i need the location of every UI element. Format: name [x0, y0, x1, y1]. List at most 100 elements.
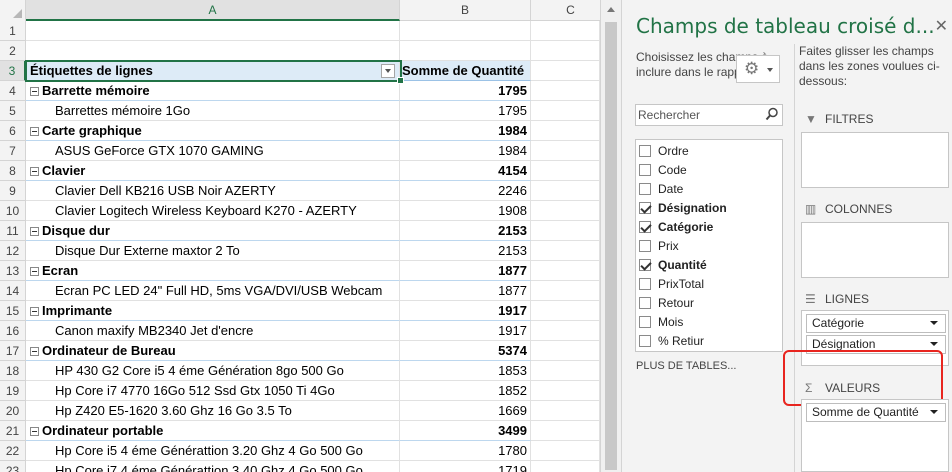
row-header[interactable]: 8: [0, 161, 26, 181]
sheet-cell[interactable]: [400, 41, 531, 61]
sheet-cell[interactable]: [531, 321, 600, 341]
pivot-item-label[interactable]: Hp Z420 E5-1620 3.60 Ghz 16 Go 3.5 To: [26, 401, 400, 421]
pivot-group-label[interactable]: Carte graphique: [26, 121, 400, 141]
pivot-group-label[interactable]: Ordinateur portable: [26, 421, 400, 441]
column-header-a[interactable]: A: [26, 0, 400, 21]
row-header[interactable]: 5: [0, 101, 26, 121]
pivot-item-value[interactable]: 2246: [400, 181, 531, 201]
sheet-cell[interactable]: [531, 281, 600, 301]
sheet-cell[interactable]: [531, 301, 600, 321]
pivot-item-value[interactable]: 1984: [400, 141, 531, 161]
pivot-item-label[interactable]: Hp Core i7 4770 16Go 512 Ssd Gtx 1050 Ti…: [26, 381, 400, 401]
pivot-item-label[interactable]: Canon maxify MB2340 Jet d'encre: [26, 321, 400, 341]
sheet-cell[interactable]: [531, 41, 600, 61]
column-header-b[interactable]: B: [400, 0, 531, 21]
rows-field-categorie[interactable]: Catégorie: [806, 314, 946, 333]
columns-drop-zone[interactable]: [801, 222, 949, 278]
scroll-up-icon[interactable]: [607, 7, 615, 12]
sheet-cell[interactable]: [531, 121, 600, 141]
column-header-c[interactable]: C: [531, 0, 600, 21]
pivot-group-value[interactable]: 1984: [400, 121, 531, 141]
row-header[interactable]: 21: [0, 421, 26, 441]
row-header[interactable]: 19: [0, 381, 26, 401]
row-header[interactable]: 16: [0, 321, 26, 341]
collapse-icon[interactable]: [30, 427, 39, 436]
pivot-item-label[interactable]: Hp Core i5 4 éme Générattion 3.20 Ghz 4 …: [26, 441, 400, 461]
row-header[interactable]: 23: [0, 461, 26, 472]
row-header[interactable]: 10: [0, 201, 26, 221]
sheet-cell[interactable]: [531, 461, 600, 472]
pivot-group-label[interactable]: Disque dur: [26, 221, 400, 241]
field-checkbox[interactable]: [639, 297, 651, 309]
field-search-input[interactable]: Rechercher: [635, 104, 783, 126]
tools-button[interactable]: ⚙: [736, 55, 780, 83]
sheet-cell[interactable]: [531, 201, 600, 221]
spreadsheet-grid[interactable]: A B C 1 2 3 Étiquettes de lignes Somme de Qu…: [0, 0, 600, 472]
pivot-item-label[interactable]: Disque Dur Externe maxtor 2 To: [26, 241, 400, 261]
pivot-group-value[interactable]: 1877: [400, 261, 531, 281]
more-tables-link[interactable]: PLUS DE TABLES...: [636, 360, 736, 372]
sheet-cell[interactable]: [531, 161, 600, 181]
pivot-group-label[interactable]: Imprimante: [26, 301, 400, 321]
pivot-group-value[interactable]: 5374: [400, 341, 531, 361]
sheet-cell[interactable]: [531, 21, 600, 41]
filter-dropdown-icon[interactable]: [381, 64, 395, 78]
scrollbar-thumb[interactable]: [605, 22, 617, 470]
row-header[interactable]: 9: [0, 181, 26, 201]
vertical-scrollbar[interactable]: [600, 0, 621, 472]
sheet-cell[interactable]: [531, 441, 600, 461]
pivot-group-value[interactable]: 3499: [400, 421, 531, 441]
collapse-icon[interactable]: [30, 267, 39, 276]
sheet-cell[interactable]: [531, 241, 600, 261]
sheet-cell[interactable]: [531, 261, 600, 281]
sheet-cell[interactable]: [531, 421, 600, 441]
row-header[interactable]: 6: [0, 121, 26, 141]
pivot-item-value[interactable]: 2153: [400, 241, 531, 261]
pivot-group-label[interactable]: Ordinateur de Bureau: [26, 341, 400, 361]
pivot-item-label[interactable]: ASUS GeForce GTX 1070 GAMING: [26, 141, 400, 161]
row-header[interactable]: 18: [0, 361, 26, 381]
field-checkbox[interactable]: [639, 316, 651, 328]
sheet-cell[interactable]: [531, 341, 600, 361]
chevron-down-icon[interactable]: [930, 321, 938, 325]
collapse-icon[interactable]: [30, 347, 39, 356]
close-icon[interactable]: ✕: [935, 16, 948, 36]
row-header[interactable]: 2: [0, 41, 26, 61]
row-header[interactable]: 22: [0, 441, 26, 461]
row-header[interactable]: 7: [0, 141, 26, 161]
pivot-group-value[interactable]: 1795: [400, 81, 531, 101]
row-header[interactable]: 14: [0, 281, 26, 301]
field-checkbox[interactable]: [639, 183, 651, 195]
pivot-item-label[interactable]: HP 430 G2 Core i5 4 éme Génération 8go 5…: [26, 361, 400, 381]
collapse-icon[interactable]: [30, 127, 39, 136]
collapse-icon[interactable]: [30, 167, 39, 176]
sheet-cell[interactable]: [531, 181, 600, 201]
pivot-group-label[interactable]: Ecran: [26, 261, 400, 281]
pivot-item-label[interactable]: Clavier Logitech Wireless Keyboard K270 …: [26, 201, 400, 221]
pivot-item-value[interactable]: 1795: [400, 101, 531, 121]
row-header[interactable]: 1: [0, 21, 26, 41]
row-header[interactable]: 11: [0, 221, 26, 241]
chevron-down-icon[interactable]: [930, 342, 938, 346]
sheet-cell[interactable]: [531, 141, 600, 161]
pivot-item-value[interactable]: 1877: [400, 281, 531, 301]
pivot-item-value[interactable]: 1853: [400, 361, 531, 381]
sheet-cell[interactable]: [26, 41, 400, 61]
row-header[interactable]: 20: [0, 401, 26, 421]
pivot-item-label[interactable]: Barrettes mémoire 1Go: [26, 101, 400, 121]
row-header[interactable]: 3: [0, 61, 26, 81]
sheet-cell[interactable]: [26, 21, 400, 41]
sheet-cell[interactable]: [531, 401, 600, 421]
pivot-item-label[interactable]: Hp Core i7 4 éme Générattion 3.40 Ghz 4 …: [26, 461, 400, 472]
values-field-somme-quantite[interactable]: Somme de Quantité: [806, 403, 946, 422]
row-header[interactable]: 13: [0, 261, 26, 281]
field-checkbox[interactable]: [639, 145, 651, 157]
pivot-item-value[interactable]: 1917: [400, 321, 531, 341]
pivot-item-label[interactable]: Ecran PC LED 24" Full HD, 5ms VGA/DVI/US…: [26, 281, 400, 301]
field-checkbox[interactable]: [639, 259, 651, 271]
field-list[interactable]: Ordre Code Date Désignation Catégorie Prix Qua…: [635, 139, 783, 352]
field-checkbox[interactable]: [639, 335, 651, 347]
row-header[interactable]: 12: [0, 241, 26, 261]
sheet-cell[interactable]: [531, 221, 600, 241]
pivot-item-value[interactable]: 1852: [400, 381, 531, 401]
